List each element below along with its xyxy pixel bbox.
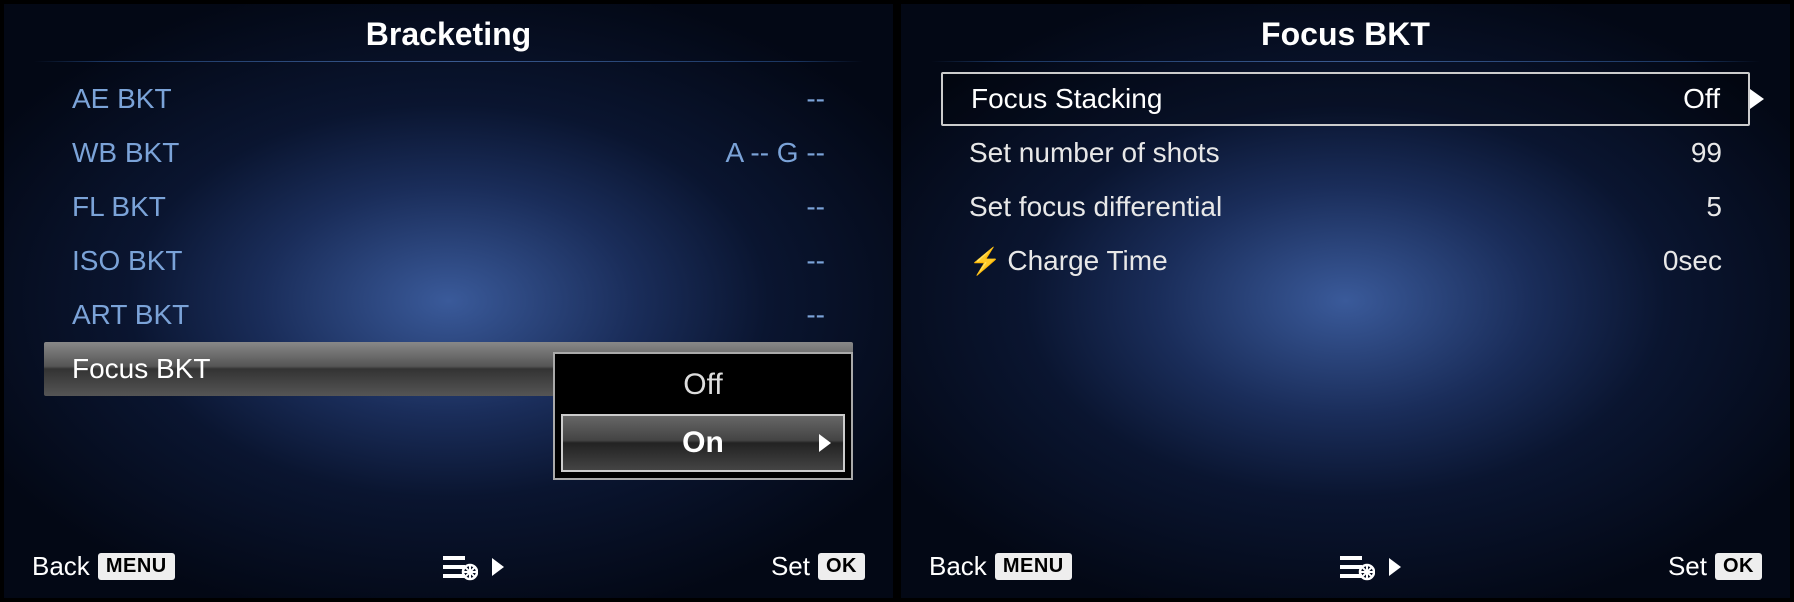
menu-item-art-bkt[interactable]: ART BKT -- [44, 288, 853, 342]
chevron-right-icon [1750, 89, 1764, 109]
back-button[interactable]: Back MENU [929, 551, 1072, 582]
menu-item-iso-bkt[interactable]: ISO BKT -- [44, 234, 853, 288]
back-button[interactable]: Back MENU [32, 551, 175, 582]
settings-shortcut[interactable] [1339, 553, 1401, 581]
menu-item-focus-stacking[interactable]: Focus Stacking Off [941, 72, 1750, 126]
menu-list: Focus Stacking Off Set number of shots 9… [901, 72, 1790, 539]
settings-list-icon [1339, 553, 1375, 581]
flash-icon: ⚡ [969, 246, 1001, 277]
title-divider [34, 61, 863, 62]
menu-label: Focus BKT [72, 353, 210, 385]
menu-item-charge-time[interactable]: ⚡Charge Time 0sec [941, 234, 1750, 288]
screen-focus-bkt: Focus BKT Focus Stacking Off Set number … [897, 0, 1794, 602]
ok-badge: OK [1715, 553, 1762, 580]
menu-item-focus-differential[interactable]: Set focus differential 5 [941, 180, 1750, 234]
menu-item-number-of-shots[interactable]: Set number of shots 99 [941, 126, 1750, 180]
menu-label: AE BKT [72, 83, 172, 115]
title-divider [931, 61, 1760, 62]
ok-badge: OK [818, 553, 865, 580]
menu-label: Set number of shots [969, 137, 1220, 169]
chevron-right-icon [1389, 558, 1401, 576]
menu-badge: MENU [995, 553, 1072, 580]
menu-value: 5 [1706, 191, 1722, 223]
chevron-right-icon [819, 434, 831, 452]
menu-label: Set focus differential [969, 191, 1222, 223]
menu-value: -- [806, 245, 825, 277]
page-title: Bracketing [4, 4, 893, 61]
set-button[interactable]: Set OK [1668, 551, 1762, 582]
menu-badge: MENU [98, 553, 175, 580]
back-label: Back [32, 551, 90, 582]
submenu-popup: Off On [553, 352, 853, 480]
menu-label: ⚡Charge Time [969, 245, 1168, 277]
menu-item-wb-bkt[interactable]: WB BKT A -- G -- [44, 126, 853, 180]
menu-label: WB BKT [72, 137, 179, 169]
menu-value: -- [806, 191, 825, 223]
menu-label: ISO BKT [72, 245, 182, 277]
submenu-option-on[interactable]: On [561, 414, 845, 472]
set-label: Set [1668, 551, 1707, 582]
back-label: Back [929, 551, 987, 582]
charge-time-text: Charge Time [1007, 245, 1167, 276]
screen-bracketing: Bracketing AE BKT -- WB BKT A -- G -- FL… [0, 0, 897, 602]
chevron-right-icon [492, 558, 504, 576]
settings-shortcut[interactable] [442, 553, 504, 581]
menu-value: 0sec [1663, 245, 1722, 277]
submenu-option-label: On [682, 426, 724, 459]
menu-value: -- [806, 299, 825, 331]
menu-item-ae-bkt[interactable]: AE BKT -- [44, 72, 853, 126]
set-button[interactable]: Set OK [771, 551, 865, 582]
submenu-option-off[interactable]: Off [559, 358, 847, 412]
footer: Back MENU Set OK [901, 539, 1790, 598]
page-title: Focus BKT [901, 4, 1790, 61]
menu-item-fl-bkt[interactable]: FL BKT -- [44, 180, 853, 234]
footer: Back MENU Set OK [4, 539, 893, 598]
settings-list-icon [442, 553, 478, 581]
menu-value: A -- G -- [725, 137, 825, 169]
menu-label: ART BKT [72, 299, 189, 331]
set-label: Set [771, 551, 810, 582]
menu-label: Focus Stacking [971, 83, 1162, 115]
menu-value: 99 [1691, 137, 1722, 169]
menu-list: AE BKT -- WB BKT A -- G -- FL BKT -- ISO… [4, 72, 893, 539]
menu-value: Off [1683, 83, 1720, 115]
menu-value: -- [806, 83, 825, 115]
menu-label: FL BKT [72, 191, 166, 223]
